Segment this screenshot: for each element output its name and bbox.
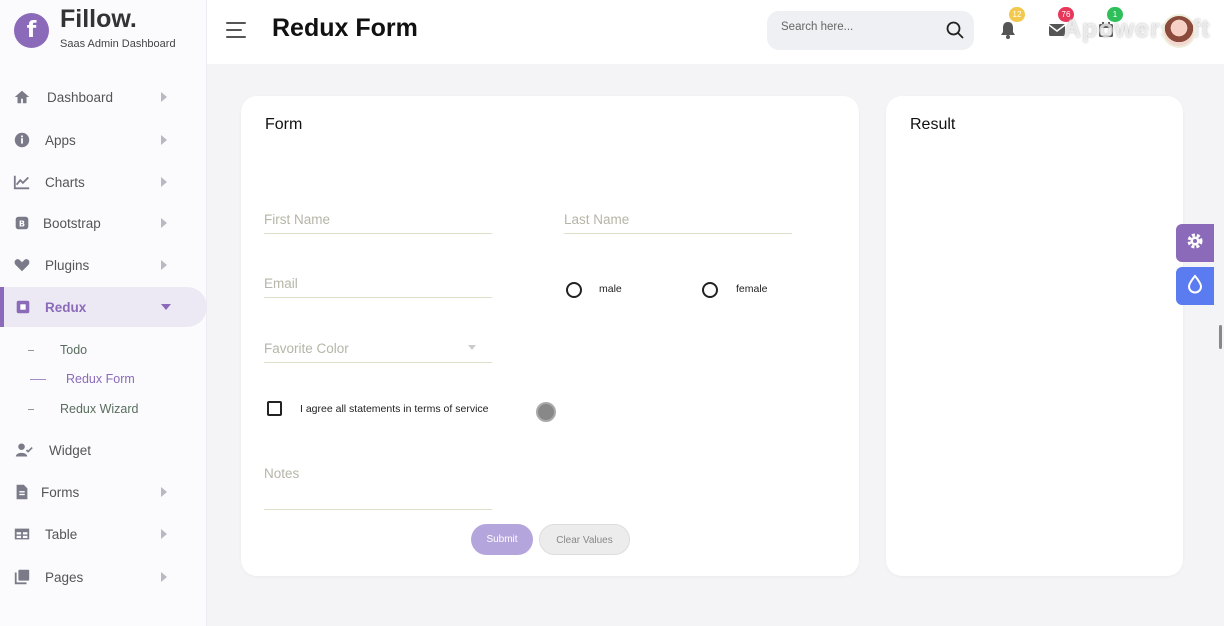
sidebar-item-label: Forms	[41, 484, 80, 500]
top-header: Redux Form 12 76 1 Apowersoft	[207, 0, 1224, 64]
search-icon[interactable]	[945, 20, 965, 40]
notifications-badge: 12	[1009, 7, 1025, 22]
table-icon	[13, 525, 31, 543]
sidebar: f Fillow. Saas Admin Dashboard Dashboard…	[0, 0, 207, 626]
sidebar-subitem-label: Redux Form	[66, 372, 135, 386]
result-card: Result	[886, 96, 1183, 576]
chevron-right-icon	[161, 218, 167, 228]
home-icon	[13, 88, 31, 106]
sidebar-item-bootstrap[interactable]: B Bootstrap	[0, 203, 207, 243]
info-icon	[13, 131, 31, 149]
chevron-right-icon	[161, 177, 167, 187]
favorite-color-select[interactable]: Favorite Color	[264, 336, 492, 363]
form-card: Form First Name Last Name Email male fem…	[241, 96, 859, 576]
brand[interactable]: f Fillow. Saas Admin Dashboard	[0, 0, 207, 64]
dash-icon	[28, 349, 34, 351]
notes-placeholder: Notes	[264, 466, 300, 481]
svg-text:B: B	[19, 219, 25, 229]
caret-down-icon	[468, 345, 476, 350]
chevron-down-icon	[161, 304, 171, 310]
form-card-title: Form	[265, 116, 303, 133]
chevron-right-icon	[161, 92, 167, 102]
sidebar-item-apps[interactable]: Apps	[0, 120, 207, 160]
settings-widget-button[interactable]	[1176, 224, 1214, 262]
agree-checkbox[interactable]	[267, 401, 282, 416]
sidebar-item-label: Apps	[45, 132, 76, 148]
brand-name: Fillow.	[60, 5, 137, 33]
sidebar-subitem-label: Redux Wizard	[60, 402, 139, 416]
sidebar-item-label: Redux	[45, 299, 87, 315]
brand-subtitle: Saas Admin Dashboard	[60, 38, 176, 50]
chart-line-icon	[13, 173, 31, 191]
notes-textarea[interactable]: Notes	[264, 461, 492, 510]
first-name-field[interactable]: First Name	[264, 206, 492, 234]
sidebar-item-forms[interactable]: Forms	[0, 472, 207, 512]
chevron-right-icon	[161, 260, 167, 270]
square-icon	[14, 298, 32, 316]
gear-icon	[1185, 231, 1205, 256]
sidebar-item-label: Pages	[45, 569, 84, 585]
sidebar-subitem-redux-form[interactable]: Redux Form	[0, 367, 207, 391]
sidebar-subitem-label: Todo	[60, 343, 88, 357]
search-input[interactable]	[781, 21, 931, 33]
sidebar-item-widget[interactable]: Widget	[0, 430, 207, 470]
copy-icon	[13, 568, 31, 586]
favorite-color-placeholder: Favorite Color	[264, 341, 349, 356]
last-name-field[interactable]: Last Name	[564, 206, 792, 234]
user-check-icon	[13, 441, 35, 459]
email-field[interactable]: Email	[264, 270, 492, 298]
radio-female[interactable]	[702, 282, 718, 298]
theme-widget-button[interactable]	[1176, 267, 1214, 305]
dash-icon	[30, 378, 46, 380]
sidebar-item-redux[interactable]: Redux	[0, 287, 207, 327]
mouse-cursor-indicator	[536, 402, 556, 422]
sidebar-item-label: Widget	[49, 442, 92, 458]
chevron-right-icon	[161, 529, 167, 539]
radio-female-label: female	[736, 283, 768, 295]
page-title: Redux Form	[272, 14, 418, 42]
clear-values-button[interactable]: Clear Values	[539, 524, 630, 555]
brand-logo[interactable]: f	[14, 13, 49, 48]
notifications-button[interactable]: 12	[998, 7, 1025, 40]
file-icon	[13, 483, 31, 501]
email-placeholder: Email	[264, 276, 298, 291]
chevron-right-icon	[161, 135, 167, 145]
dash-icon	[28, 408, 34, 410]
sidebar-subitem-todo[interactable]: Todo	[0, 338, 207, 362]
sidebar-item-table[interactable]: Table	[0, 514, 207, 554]
sidebar-item-charts[interactable]: Charts	[0, 162, 207, 202]
heart-icon	[13, 256, 31, 274]
agree-label: I agree all statements in terms of servi…	[300, 403, 489, 415]
sidebar-item-plugins[interactable]: Plugins	[0, 245, 207, 285]
sidebar-item-label: Charts	[45, 174, 85, 190]
menu-toggle-icon[interactable]	[226, 21, 248, 39]
chevron-right-icon	[161, 572, 167, 582]
radio-male-label: male	[599, 283, 622, 295]
result-card-title: Result	[910, 116, 956, 133]
sidebar-item-label: Table	[45, 526, 78, 542]
last-name-placeholder: Last Name	[564, 212, 630, 227]
sidebar-item-dashboard[interactable]: Dashboard	[0, 77, 207, 117]
sidebar-item-pages[interactable]: Pages	[0, 557, 207, 597]
avatar[interactable]	[1162, 14, 1196, 48]
droplet-icon	[1185, 273, 1205, 299]
first-name-placeholder: First Name	[264, 212, 331, 227]
sidebar-item-label: Bootstrap	[43, 215, 101, 231]
submit-button[interactable]: Submit	[471, 524, 533, 555]
bell-icon	[998, 22, 1018, 44]
radio-male[interactable]	[566, 282, 582, 298]
search-box	[767, 11, 974, 50]
sidebar-subitem-redux-wizard[interactable]: Redux Wizard	[0, 397, 207, 421]
bootstrap-icon: B	[13, 214, 31, 232]
sidebar-item-label: Plugins	[45, 257, 90, 273]
sidebar-item-label: Dashboard	[47, 89, 114, 105]
chevron-right-icon	[161, 487, 167, 497]
scrollbar-thumb[interactable]	[1219, 325, 1222, 349]
